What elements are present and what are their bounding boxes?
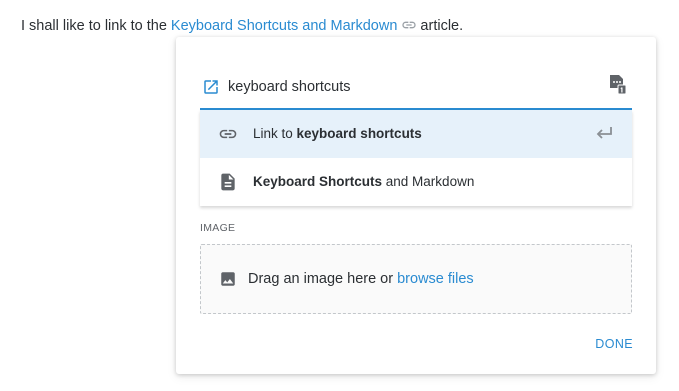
link-icon (219, 129, 237, 139)
link-popup: Link to keyboard shortcuts Keyboard Shor… (176, 37, 656, 374)
suggestion-suffix: and Markdown (382, 174, 475, 189)
suggestion-bold-text: keyboard shortcuts (296, 126, 422, 141)
done-button[interactable]: DONE (595, 337, 633, 351)
link-search-input[interactable] (228, 76, 588, 98)
image-icon (221, 272, 235, 286)
image-dropzone[interactable]: Drag an image here or browse files (200, 244, 632, 314)
open-external-icon[interactable] (202, 78, 220, 96)
sentence-text-after: article. (420, 18, 464, 34)
suggestion-prefix: Link to (253, 126, 297, 141)
link-icon (402, 21, 417, 29)
inline-article-link[interactable]: Keyboard Shortcuts and Markdown (171, 18, 398, 34)
page: I shall like to link to the Keyboard Sho… (0, 0, 679, 391)
suggestion-label: Keyboard Shortcuts and Markdown (253, 173, 474, 191)
image-section-label: IMAGE (200, 222, 236, 234)
sentence-text-before: I shall like to link to the (21, 18, 171, 34)
suggestion-link-to-query[interactable]: Link to keyboard shortcuts (200, 110, 632, 158)
dropzone-instruction: Drag an image here or (248, 271, 398, 287)
document-icon (221, 173, 235, 191)
link-search-row (200, 72, 632, 110)
dropzone-text: Drag an image here or browse files (248, 270, 474, 288)
editor-sentence: I shall like to link to the Keyboard Sho… (21, 16, 463, 36)
link-suggestions-list: Link to keyboard shortcuts Keyboard Shor… (200, 110, 632, 206)
suggestion-label: Link to keyboard shortcuts (253, 125, 422, 143)
suggestion-article[interactable]: Keyboard Shortcuts and Markdown (200, 158, 632, 206)
suggestion-bold-text: Keyboard Shortcuts (253, 174, 383, 189)
enter-key-icon (596, 127, 612, 139)
document-picker-icon[interactable] (608, 74, 626, 94)
browse-files-link[interactable]: browse files (397, 271, 474, 287)
